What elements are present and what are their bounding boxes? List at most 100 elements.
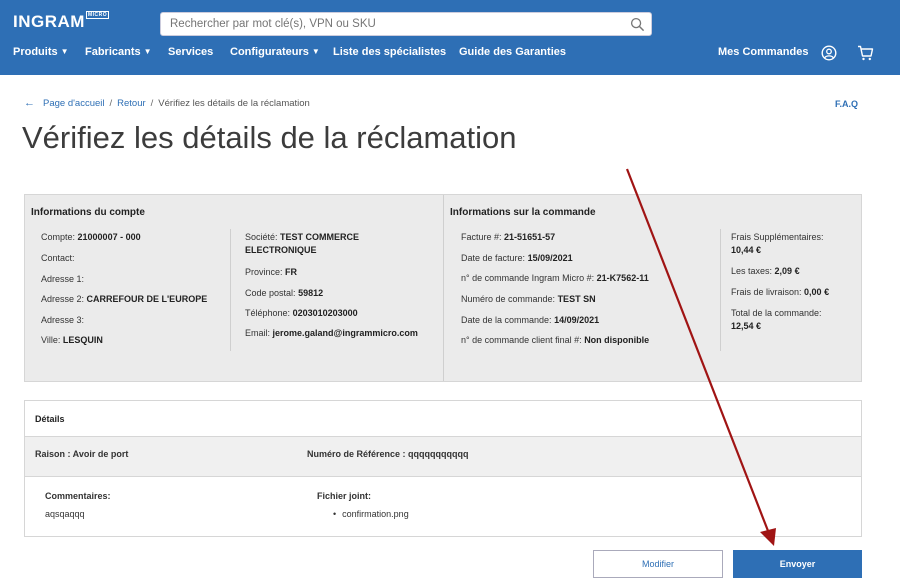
user-account-icon[interactable]: [821, 45, 837, 61]
field-label: Frais de livraison:: [731, 287, 802, 297]
field-label: Email:: [245, 328, 271, 338]
column-divider: [720, 229, 721, 351]
account-contact: Contact:: [41, 252, 75, 264]
order-frais-supp-value: 10,44 €: [731, 244, 761, 256]
field-value: 10,44 €: [731, 245, 762, 255]
details-title: Détails: [35, 414, 65, 424]
panel-divider: [443, 195, 444, 381]
nav-services[interactable]: Services: [168, 46, 213, 58]
details-raison: Raison : Avoir de port: [35, 449, 129, 459]
nav-produits[interactable]: Produits ▼: [13, 46, 69, 58]
field-label: Facture #:: [461, 232, 502, 242]
nav-configurateurs[interactable]: Configurateurs ▼: [230, 46, 320, 58]
field-label: Date de la commande:: [461, 315, 552, 325]
ingram-logo[interactable]: INGRAM MICRO: [13, 11, 110, 32]
breadcrumb-separator: /: [150, 98, 154, 109]
breadcrumb-home-link[interactable]: Page d'accueil: [43, 98, 105, 109]
account-compte: Compte: 21000007 - 000: [41, 231, 141, 243]
field-value: 21-K7562-11: [596, 273, 649, 283]
account-telephone: Téléphone: 0203010203000: [245, 307, 358, 319]
field-label: Adresse 1:: [41, 274, 85, 284]
account-adresse3: Adresse 3:: [41, 314, 84, 326]
field-label: Adresse 2:: [41, 294, 85, 304]
field-label: Société:: [245, 232, 278, 242]
field-value: 0203010203000: [292, 308, 358, 318]
field-value: 14/09/2021: [554, 315, 600, 325]
page-title: Vérifiez les détails de la réclamation: [22, 120, 517, 155]
nav-mes-commandes[interactable]: Mes Commandes: [718, 46, 808, 58]
nav-specialistes[interactable]: Liste des spécialistes: [333, 46, 446, 58]
field-value: 0,00 €: [804, 287, 830, 297]
order-no-commande-im: n° de commande Ingram Micro #: 21-K7562-…: [461, 272, 649, 284]
nav-label: Configurateurs: [230, 46, 309, 58]
cart-icon[interactable]: [857, 45, 874, 61]
breadcrumb-back-link[interactable]: Retour: [117, 98, 146, 109]
nav-garanties[interactable]: Guide des Garanties: [459, 46, 566, 58]
attachment-filename: confirmation.png: [342, 509, 409, 519]
details-attachment-label: Fichier joint:: [317, 491, 371, 501]
nav-label: Fabricants: [85, 46, 141, 58]
field-label: Contact:: [41, 253, 75, 263]
account-adresse2: Adresse 2: CARREFOUR DE L'EUROPE: [41, 293, 207, 305]
breadcrumb: ← Page d'accueil / Retour / Vérifiez les déta…: [24, 97, 310, 109]
account-section-title: Informations du compte: [31, 207, 145, 218]
field-label: n° de commande Ingram Micro #:: [461, 273, 595, 283]
field-label: Compte:: [41, 232, 76, 242]
field-label: Adresse 3:: [41, 315, 85, 325]
back-arrow-icon[interactable]: ←: [24, 97, 35, 109]
field-label: Les taxes:: [731, 266, 773, 276]
faq-link[interactable]: F.A.Q: [835, 99, 858, 109]
order-date-facture: Date de facture: 15/09/2021: [461, 252, 573, 264]
field-value: 15/09/2021: [527, 253, 573, 263]
send-button[interactable]: Envoyer: [733, 550, 862, 578]
field-value: LESQUIN: [62, 335, 103, 345]
order-taxes: Les taxes: 2,09 €: [731, 265, 800, 277]
field-label: n° de commande client final #:: [461, 335, 582, 345]
account-province: Province: FR: [245, 266, 297, 278]
breadcrumb-separator: /: [109, 98, 113, 109]
field-value: TEST COMMERCE: [280, 232, 360, 242]
account-societe: Société: TEST COMMERCE: [245, 231, 359, 243]
attachment-item[interactable]: • confirmation.png: [333, 508, 409, 520]
field-label: Téléphone:: [245, 308, 291, 318]
details-comments-value: aqsqaqqq: [45, 509, 85, 519]
nav-label: Services: [168, 46, 214, 58]
account-societe-line2: ELECTRONIQUE: [245, 244, 317, 256]
field-value: 2,09 €: [774, 266, 800, 276]
main-nav: Produits ▼ Fabricants ▼ Services Configura…: [0, 46, 900, 64]
field-value: 59812: [298, 288, 324, 298]
order-section-title: Informations sur la commande: [450, 207, 596, 218]
caret-down-icon: ▼: [143, 47, 152, 56]
order-no-client-final: n° de commande client final #: Non dispo…: [461, 334, 649, 346]
field-value: TEST SN: [557, 294, 596, 304]
field-label: Date de facture:: [461, 253, 526, 263]
field-label: Ville:: [41, 335, 61, 345]
caret-down-icon: ▼: [60, 47, 69, 56]
search-icon[interactable]: [630, 17, 645, 32]
order-frais-supp-label: Frais Supplémentaires:: [731, 232, 824, 242]
order-livraison: Frais de livraison: 0,00 €: [731, 286, 829, 298]
order-numero-commande: Numéro de commande: TEST SN: [461, 293, 596, 305]
details-reference: Numéro de Référence : qqqqqqqqqqq: [307, 449, 469, 459]
field-label: Numéro de commande:: [461, 294, 556, 304]
order-total-value: 12,54 €: [731, 320, 761, 332]
caret-down-icon: ▼: [311, 47, 320, 56]
field-value: 21000007 - 000: [77, 232, 141, 242]
nav-label: Produits: [13, 46, 58, 58]
search-input[interactable]: [161, 13, 621, 35]
nav-fabricants[interactable]: Fabricants ▼: [85, 46, 152, 58]
account-ville: Ville: LESQUIN: [41, 334, 103, 346]
info-panel: Informations du compte Compte: 21000007 …: [24, 194, 862, 382]
nav-label: Liste des spécialistes: [333, 46, 447, 58]
field-value: jerome.galand@ingrammicro.com: [272, 328, 418, 338]
bullet-icon: •: [333, 509, 337, 519]
order-facture: Facture #: 21-51651-57: [461, 231, 555, 243]
field-label: Code postal:: [245, 288, 296, 298]
nav-label: Guide des Garanties: [459, 46, 566, 58]
logo-text: INGRAM: [13, 12, 85, 31]
field-value: 12,54 €: [731, 321, 762, 331]
logo-mark: MICRO: [85, 11, 110, 19]
details-panel: Détails Raison : Avoir de port Numéro de…: [24, 400, 862, 537]
field-label: Province:: [245, 267, 283, 277]
modify-button[interactable]: Modifier: [593, 550, 723, 578]
